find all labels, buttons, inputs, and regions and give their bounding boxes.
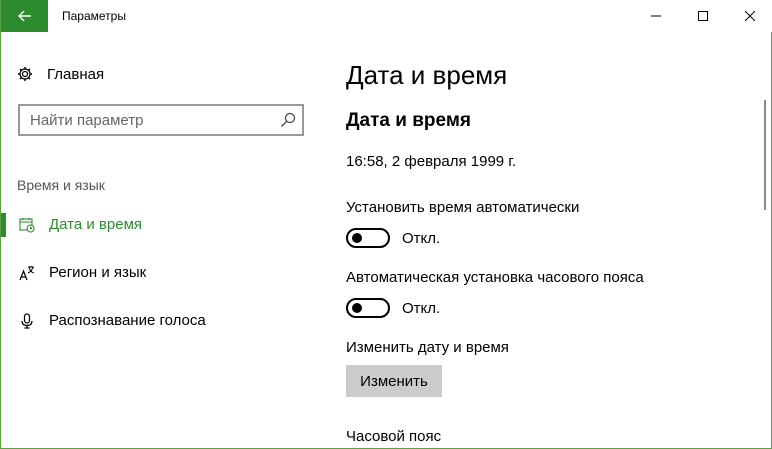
sidebar-item-label: Регион и язык (49, 264, 147, 281)
change-datetime-label: Изменить дату и время (346, 339, 509, 356)
auto-timezone-state: Откл. (402, 299, 441, 317)
back-button[interactable] (1, 0, 48, 32)
auto-time-toggle[interactable] (346, 228, 390, 248)
minimize-button[interactable] (633, 0, 679, 32)
window-title: Параметры (62, 9, 126, 23)
gear-icon (18, 67, 32, 81)
main-content: Дата и время Дата и время 16:58, 2 февра… (321, 32, 753, 449)
sidebar-item-label: Дата и время (49, 216, 143, 233)
auto-time-toggle-row: Откл. (346, 228, 440, 248)
auto-timezone-toggle[interactable] (346, 298, 390, 318)
back-arrow-icon (17, 10, 31, 22)
sidebar-item-label: Распознавание голоса (49, 312, 206, 329)
section-heading: Дата и время (346, 110, 471, 131)
auto-time-state: Откл. (402, 229, 441, 247)
auto-time-label: Установить время автоматически (346, 199, 580, 216)
sidebar-item-speech[interactable]: Распознавание голоса (1, 301, 321, 341)
search-icon[interactable] (280, 112, 296, 128)
change-datetime-button[interactable]: Изменить (346, 365, 442, 397)
close-button[interactable] (727, 0, 772, 32)
timezone-label: Часовой пояс (346, 428, 442, 445)
search-input[interactable] (20, 106, 270, 134)
microphone-icon (18, 312, 36, 330)
sidebar-section-title: Время и язык (17, 177, 105, 193)
home-label: Главная (47, 65, 105, 83)
scrollbar-thumb[interactable] (764, 100, 766, 210)
sidebar-item-region-language[interactable]: Регион и язык (1, 253, 321, 293)
home-link[interactable]: Главная (17, 62, 104, 86)
sidebar-item-date-time[interactable]: Дата и время (1, 205, 321, 245)
close-icon (745, 11, 755, 21)
settings-window: Параметры Главная Время и я (0, 0, 772, 449)
maximize-button[interactable] (680, 0, 726, 32)
toggle-knob (352, 233, 362, 243)
language-icon (18, 264, 36, 282)
sidebar: Главная Время и язык Дата и время (1, 32, 321, 449)
current-datetime: 16:58, 2 февраля 1999 г. (346, 153, 517, 170)
minimize-icon (651, 15, 661, 17)
maximize-icon (698, 11, 708, 21)
active-indicator (1, 213, 6, 237)
toggle-knob (352, 303, 362, 313)
auto-timezone-label: Автоматическая установка часового пояса (346, 269, 644, 286)
title-bar: Параметры (1, 0, 772, 32)
search-box[interactable] (18, 104, 304, 136)
auto-timezone-toggle-row: Откл. (346, 298, 440, 318)
calendar-clock-icon (18, 216, 36, 234)
page-title: Дата и время (346, 60, 508, 90)
